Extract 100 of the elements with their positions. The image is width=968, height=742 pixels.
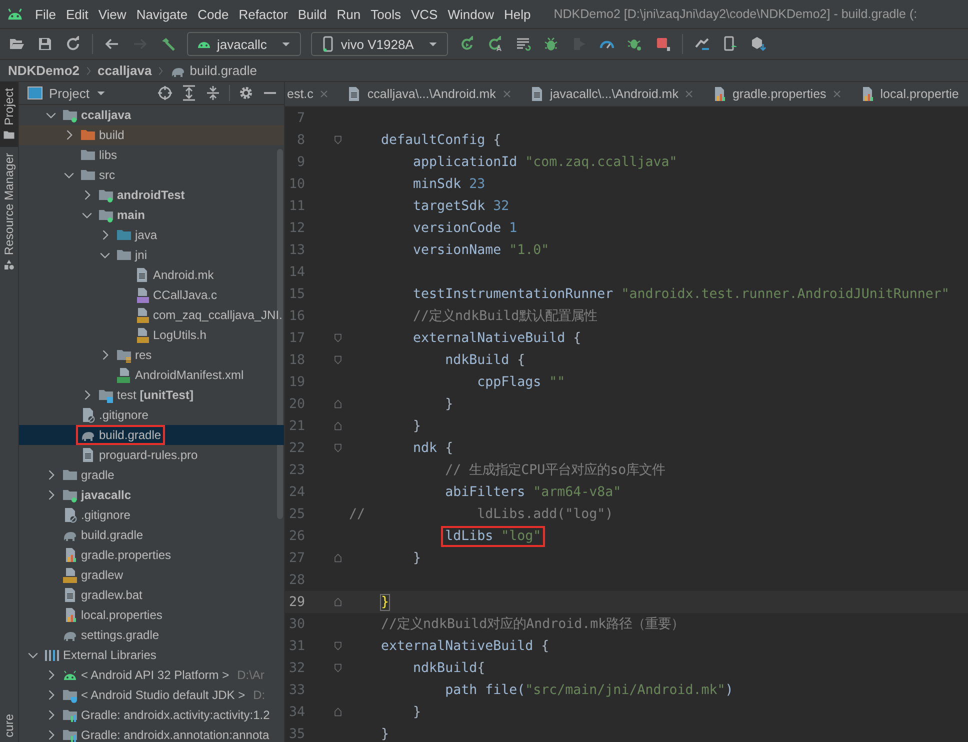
- hammer-icon: [160, 36, 176, 52]
- editor-tab[interactable]: local.propertie: [851, 82, 967, 106]
- tree-item[interactable]: gradlew: [19, 565, 284, 585]
- menu-item[interactable]: Build: [292, 6, 332, 22]
- tree-item[interactable]: Android.mk: [19, 265, 284, 285]
- breadcrumb-item[interactable]: ccalljava: [98, 63, 152, 78]
- library-jar-icon: [62, 727, 78, 742]
- tree-item[interactable]: build.gradle: [19, 525, 284, 545]
- fold-marker-icon[interactable]: [332, 441, 344, 455]
- collapse-all-icon[interactable]: [205, 85, 221, 101]
- fold-marker-icon[interactable]: [332, 551, 344, 565]
- editor-tab[interactable]: gradle.properties: [703, 82, 852, 106]
- line-number: 16: [288, 308, 305, 324]
- expand-all-icon[interactable]: [181, 85, 197, 101]
- tree-item[interactable]: build.gradle: [19, 425, 284, 445]
- line-number: 32: [288, 660, 305, 676]
- tree-item[interactable]: gradlew.bat: [19, 585, 284, 605]
- editor-tab[interactable]: ccalljava\...\Android.mk: [338, 82, 521, 106]
- editor-tab[interactable]: javacallc\...\Android.mk: [520, 82, 704, 106]
- editor-tab[interactable]: est.c: [285, 82, 338, 106]
- highlight-box: ldLibs "log": [441, 526, 546, 546]
- line-number: 29: [288, 594, 305, 610]
- code-line: versionCode 1: [412, 220, 518, 236]
- window-icon: [27, 85, 43, 101]
- tree-item[interactable]: libs: [19, 145, 284, 165]
- tree-item[interactable]: CCallJava.c: [19, 285, 284, 305]
- tree-item[interactable]: res: [19, 345, 284, 365]
- tree-item[interactable]: Gradle: androidx.activity:activity:1.2: [19, 705, 284, 725]
- menu-item[interactable]: Navigate: [131, 6, 193, 22]
- line-number: 12: [288, 220, 305, 236]
- tree-item[interactable]: javacallc: [19, 485, 284, 505]
- folder-icon: [116, 227, 132, 243]
- code-line: ndkBuild{: [412, 660, 486, 676]
- tree-item[interactable]: .gitignore: [19, 505, 284, 525]
- code-line: ndk {: [412, 440, 454, 456]
- tree-item[interactable]: External Libraries: [19, 645, 284, 665]
- fold-marker-icon[interactable]: [332, 353, 344, 367]
- tree-item[interactable]: java: [19, 225, 284, 245]
- fold-marker-icon[interactable]: [332, 419, 344, 433]
- tree-item[interactable]: < Android Studio default JDK > D:: [19, 685, 284, 705]
- tree-item[interactable]: com_zaq_ccalljava_JNI.: [19, 305, 284, 325]
- tree-item[interactable]: test [unitTest]: [19, 385, 284, 405]
- menu-item[interactable]: Tools: [366, 6, 406, 22]
- tree-item[interactable]: Gradle: androidx.annotation:annota: [19, 725, 284, 742]
- menu-item[interactable]: Refactor: [234, 6, 293, 22]
- fold-marker-icon[interactable]: [332, 595, 344, 609]
- tree-item[interactable]: < Android API 32 Platform > D:\Ar: [19, 665, 284, 685]
- resource-folder-icon: [116, 347, 132, 363]
- breadcrumb-item[interactable]: NDKDemo2: [8, 63, 80, 78]
- breadcrumb-item[interactable]: build.gradle: [190, 63, 257, 78]
- code-line: externalNativeBuild {: [380, 638, 550, 654]
- tree-item[interactable]: jni: [19, 245, 284, 265]
- menu-item[interactable]: Help: [498, 6, 536, 22]
- tree-item[interactable]: local.properties: [19, 605, 284, 625]
- fold-marker-icon[interactable]: [332, 639, 344, 653]
- path-hint: D:: [253, 688, 266, 702]
- folder-icon: [3, 129, 15, 142]
- tree-item[interactable]: main: [19, 205, 284, 225]
- tree-item[interactable]: gradle.properties: [19, 545, 284, 565]
- code-line: // 生成指定CPU平台对应的so库文件: [444, 462, 666, 479]
- tree-item[interactable]: ccalljava: [19, 105, 284, 125]
- menu-item[interactable]: VCS: [406, 6, 443, 22]
- tool-window-tab[interactable]: Resource Manager: [0, 147, 18, 278]
- menu-item[interactable]: File: [30, 6, 61, 22]
- fold-marker-icon[interactable]: [332, 331, 344, 345]
- line-number: 21: [288, 418, 305, 434]
- tool-window-tab[interactable]: Project: [0, 82, 18, 148]
- code-line: }: [412, 418, 422, 434]
- settings-icon[interactable]: [238, 85, 254, 101]
- tree-item[interactable]: LogUtils.h: [19, 325, 284, 345]
- menu-item[interactable]: Edit: [60, 6, 94, 22]
- menu-item[interactable]: Run: [332, 6, 366, 22]
- fold-marker-icon[interactable]: [332, 661, 344, 675]
- device-dropdown[interactable]: vivo V1928A: [310, 32, 448, 56]
- path-hint: D:\Ar: [237, 668, 264, 682]
- menu-item[interactable]: Code: [192, 6, 234, 22]
- tool-window-tab[interactable]: cure: [0, 708, 18, 742]
- tree-item[interactable]: .gitignore: [19, 405, 284, 425]
- tree-item[interactable]: AndroidManifest.xml: [19, 365, 284, 385]
- tree-item[interactable]: androidTest: [19, 185, 284, 205]
- code-line: testInstrumentationRunner "androidx.test.runner.AndroidJUnitRunner": [412, 286, 950, 302]
- view-dropdown[interactable]: Project: [27, 85, 108, 101]
- fold-marker-icon[interactable]: [332, 397, 344, 411]
- fold-marker-icon[interactable]: [332, 133, 344, 147]
- module-folder-icon: [62, 487, 78, 503]
- tree-item[interactable]: src: [19, 165, 284, 185]
- tree-item[interactable]: settings.gradle: [19, 625, 284, 645]
- fold-marker-icon[interactable]: [332, 705, 344, 719]
- line-number: 28: [288, 572, 305, 588]
- module-folder-icon: [98, 207, 114, 223]
- tree-item[interactable]: proguard-rules.pro: [19, 445, 284, 465]
- rerun-icon: [458, 36, 475, 52]
- run-config-dropdown[interactable]: javacallc: [187, 32, 301, 56]
- library-bars-icon: [44, 647, 60, 663]
- tree-item[interactable]: gradle: [19, 465, 284, 485]
- menu-item[interactable]: View: [93, 6, 132, 22]
- line-number: 30: [288, 616, 305, 632]
- locate-icon[interactable]: [157, 85, 173, 101]
- tree-item[interactable]: build: [19, 125, 284, 145]
- menu-item[interactable]: Window: [442, 6, 499, 22]
